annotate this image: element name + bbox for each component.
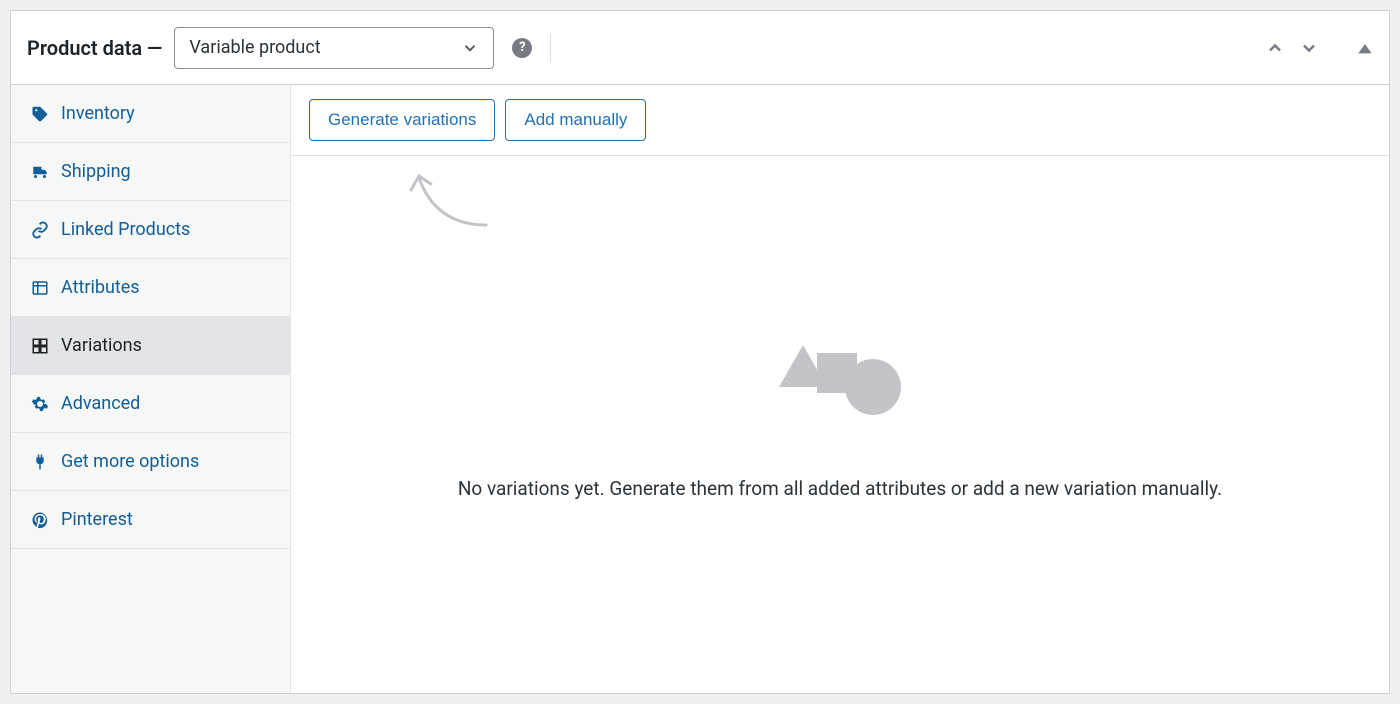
circle-shape-icon	[845, 359, 901, 415]
sidebar-item-get-more-options[interactable]: Get more options	[11, 433, 290, 491]
sidebar-item-linked-products[interactable]: Linked Products	[11, 201, 290, 259]
sidebar-item-label: Shipping	[61, 161, 131, 182]
variations-toolbar: Generate variations Add manually	[291, 85, 1389, 156]
product-data-tabs: Inventory Shipping Linked Products Attri…	[11, 85, 291, 693]
sidebar-item-label: Variations	[61, 335, 142, 356]
sidebar-item-advanced[interactable]: Advanced	[11, 375, 290, 433]
toggle-panel-icon[interactable]	[1357, 40, 1373, 56]
panel-body: Inventory Shipping Linked Products Attri…	[11, 85, 1389, 693]
sidebar-item-label: Inventory	[61, 103, 135, 124]
empty-state-message: No variations yet. Generate them from al…	[458, 475, 1222, 504]
sidebar-item-label: Attributes	[61, 277, 140, 298]
product-data-panel: Product data — Variable product ?	[10, 10, 1390, 694]
attributes-icon	[31, 279, 49, 297]
pinterest-icon	[31, 511, 49, 529]
hint-arrow-icon	[401, 170, 501, 250]
gear-icon	[31, 395, 49, 413]
sidebar-item-inventory[interactable]: Inventory	[11, 85, 290, 143]
header-divider	[550, 34, 551, 62]
move-up-icon[interactable]	[1265, 38, 1285, 58]
sidebar-item-label: Linked Products	[61, 219, 190, 240]
link-icon	[31, 221, 49, 239]
panel-title: Product data —	[27, 36, 162, 60]
product-type-value: Variable product	[189, 37, 320, 58]
sidebar-item-shipping[interactable]: Shipping	[11, 143, 290, 201]
generate-variations-button[interactable]: Generate variations	[309, 99, 495, 141]
variations-panel: Generate variations Add manually No vari…	[291, 85, 1389, 693]
product-type-select[interactable]: Variable product	[174, 27, 494, 69]
sidebar-item-pinterest[interactable]: Pinterest	[11, 491, 290, 549]
add-manually-button[interactable]: Add manually	[505, 99, 646, 141]
sidebar-item-label: Advanced	[61, 393, 140, 414]
sidebar-item-label: Pinterest	[61, 509, 133, 530]
empty-state-graphic	[779, 345, 901, 415]
variations-empty-state: No variations yet. Generate them from al…	[291, 156, 1389, 693]
move-down-icon[interactable]	[1299, 38, 1319, 58]
help-icon[interactable]: ?	[512, 38, 532, 58]
panel-header: Product data — Variable product ?	[11, 11, 1389, 85]
variations-icon	[31, 337, 49, 355]
sidebar-item-label: Get more options	[61, 451, 199, 472]
inventory-icon	[31, 105, 49, 123]
sidebar-item-variations[interactable]: Variations	[11, 317, 290, 375]
chevron-down-icon	[461, 39, 479, 57]
panel-controls	[1265, 38, 1373, 58]
shipping-icon	[31, 163, 49, 181]
sidebar-item-attributes[interactable]: Attributes	[11, 259, 290, 317]
plug-icon	[31, 453, 49, 471]
